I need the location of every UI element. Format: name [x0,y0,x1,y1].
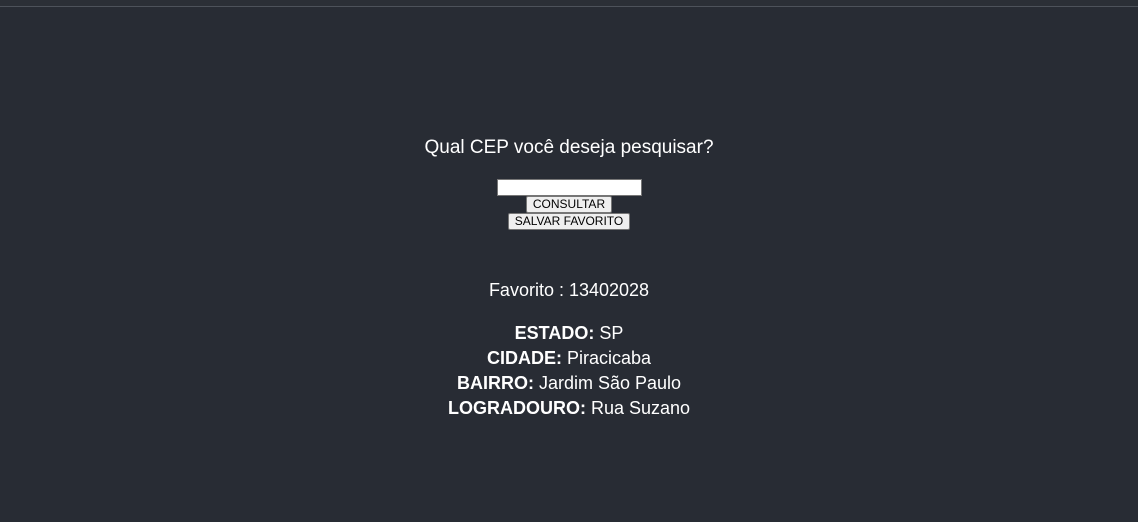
consult-row: CONSULTAR [0,195,1138,213]
logradouro-value: Rua Suzano [585,398,691,418]
favorite-cep: Favorito : 13402028 [488,280,650,300]
logradouro-label: LOGRADOURO: [447,398,586,418]
bairro-label: BAIRRO: [456,373,534,393]
estado-row: ESTADO: SP [0,321,1138,346]
cep-input-wrapper [0,178,1138,196]
estado-label: ESTADO: [514,323,595,343]
cidade-row: CIDADE: Piracicaba [0,346,1138,371]
estado-value: SP [594,323,624,343]
cep-input[interactable] [496,178,642,196]
bairro-row: BAIRRO: Jardim São Paulo [0,371,1138,396]
consult-button[interactable]: CONSULTAR [525,196,613,213]
window-top-border [0,0,1138,7]
cep-search-panel: Qual CEP você deseja pesquisar? CONSULTA… [0,136,1138,421]
save-favorite-row: SALVAR FAVORITO [0,212,1138,230]
address-info: ESTADO: SP CIDADE: Piracicaba BAIRRO: Ja… [0,321,1138,421]
logradouro-row: LOGRADOURO: Rua Suzano [0,396,1138,421]
cidade-value: Piracicaba [561,348,652,368]
search-question: Qual CEP você deseja pesquisar? [424,137,714,158]
save-favorite-button[interactable]: SALVAR FAVORITO [507,213,631,230]
bairro-value: Jardim São Paulo [533,373,682,393]
cidade-label: CIDADE: [486,348,562,368]
